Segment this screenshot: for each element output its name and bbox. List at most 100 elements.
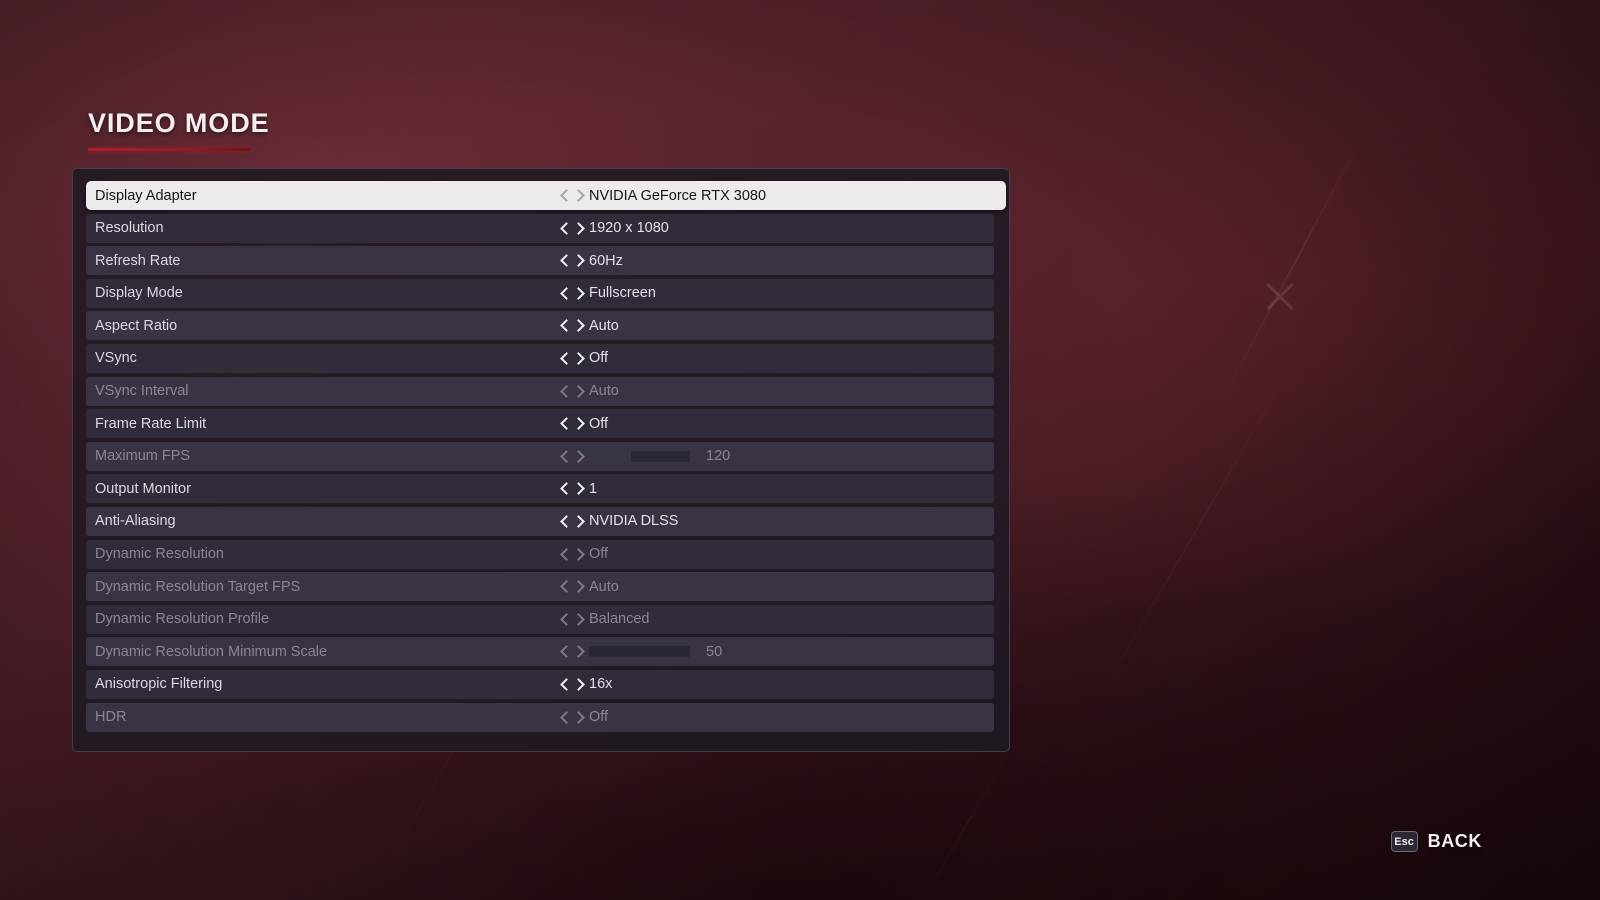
setting-value: Auto xyxy=(589,578,619,595)
back-button-label: BACK xyxy=(1427,831,1482,851)
setting-slider[interactable] xyxy=(589,450,690,462)
setting-value-group: Off xyxy=(561,546,608,562)
chevron-right-icon[interactable] xyxy=(573,612,582,626)
stepper-arrows xyxy=(561,417,582,431)
chevron-left-icon[interactable] xyxy=(561,221,570,235)
setting-row[interactable]: Dynamic Resolution Minimum Scale 50 xyxy=(86,637,994,667)
back-prompt[interactable]: Esc BACK xyxy=(1390,831,1482,852)
setting-label: Output Monitor xyxy=(95,480,191,497)
chevron-left-icon[interactable] xyxy=(561,384,570,398)
esc-key-badge: Esc xyxy=(1390,831,1418,852)
setting-row[interactable]: Dynamic Resolution Profile Balanced xyxy=(86,604,994,634)
page-title: VIDEO MODE xyxy=(88,108,270,138)
setting-label: Aspect Ratio xyxy=(95,317,178,334)
stepper-arrows xyxy=(561,645,582,659)
chevron-right-icon[interactable] xyxy=(573,286,582,300)
chevron-left-icon[interactable] xyxy=(561,677,570,691)
chevron-right-icon[interactable] xyxy=(573,449,582,463)
setting-row[interactable]: Maximum FPS 120 xyxy=(86,441,994,471)
setting-label: Resolution xyxy=(95,220,164,237)
chevron-left-icon[interactable] xyxy=(561,514,570,528)
setting-row[interactable]: Display Adapter NVIDIA GeForce RTX 3080 xyxy=(86,181,1006,210)
setting-row[interactable]: Dynamic Resolution Off xyxy=(86,539,994,569)
chevron-left-icon[interactable] xyxy=(561,645,570,659)
stepper-arrows xyxy=(561,319,582,333)
setting-row[interactable]: VSync Off xyxy=(86,343,994,373)
chevron-right-icon[interactable] xyxy=(573,254,582,268)
stepper-arrows xyxy=(561,514,582,528)
chevron-right-icon[interactable] xyxy=(573,645,582,659)
setting-value-group: 16x xyxy=(561,676,612,692)
setting-value-group: Off xyxy=(561,350,608,366)
setting-row[interactable]: Display Mode Fullscreen xyxy=(86,278,994,308)
chevron-right-icon[interactable] xyxy=(573,677,582,691)
chevron-left-icon[interactable] xyxy=(561,482,570,496)
chevron-right-icon[interactable] xyxy=(573,384,582,398)
setting-label: Frame Rate Limit xyxy=(95,415,207,432)
setting-label: Display Adapter xyxy=(95,187,197,204)
setting-label: Maximum FPS xyxy=(95,448,191,465)
chevron-right-icon[interactable] xyxy=(573,514,582,528)
chevron-right-icon[interactable] xyxy=(573,482,582,496)
setting-row[interactable]: Dynamic Resolution Target FPS Auto xyxy=(86,572,994,602)
chevron-right-icon[interactable] xyxy=(573,710,582,724)
setting-value: 60Hz xyxy=(589,252,623,269)
setting-value-group: 1 xyxy=(561,481,597,497)
chevron-right-icon[interactable] xyxy=(573,580,582,594)
stepper-arrows xyxy=(561,547,582,561)
chevron-left-icon[interactable] xyxy=(561,547,570,561)
chevron-left-icon[interactable] xyxy=(561,417,570,431)
setting-value-group: 120 xyxy=(561,448,730,464)
chevron-left-icon[interactable] xyxy=(561,710,570,724)
slider-value: 50 xyxy=(706,643,723,660)
chevron-left-icon[interactable] xyxy=(561,351,570,365)
chevron-left-icon[interactable] xyxy=(561,449,570,463)
slider-fill xyxy=(589,450,632,462)
chevron-left-icon[interactable] xyxy=(561,612,570,626)
chevron-left-icon[interactable] xyxy=(561,286,570,300)
setting-row[interactable]: HDR Off xyxy=(86,702,994,732)
setting-row[interactable]: Refresh Rate 60Hz xyxy=(86,246,994,276)
stepper-arrows xyxy=(561,254,582,268)
setting-row[interactable]: VSync Interval Auto xyxy=(86,376,994,406)
setting-label: Dynamic Resolution Minimum Scale xyxy=(95,643,328,660)
setting-value-group: 1920 x 1080 xyxy=(561,220,669,236)
setting-value: Off xyxy=(589,709,609,725)
setting-label: VSync Interval xyxy=(95,383,189,400)
setting-label: Anti-Aliasing xyxy=(95,513,176,530)
chevron-right-icon[interactable] xyxy=(573,547,582,561)
settings-list: Display Adapter NVIDIA GeForce RTX 3080 Re… xyxy=(86,181,1006,732)
chevron-left-icon[interactable] xyxy=(561,189,570,203)
setting-value-group: Auto xyxy=(561,383,619,399)
chevron-right-icon[interactable] xyxy=(573,221,582,235)
stepper-arrows xyxy=(561,221,582,235)
chevron-right-icon[interactable] xyxy=(573,417,582,431)
setting-label: HDR xyxy=(95,709,127,725)
setting-row[interactable]: Output Monitor 1 xyxy=(86,474,994,504)
stepper-arrows xyxy=(561,580,582,594)
setting-row[interactable]: Resolution 1920 x 1080 xyxy=(86,213,994,243)
chevron-right-icon[interactable] xyxy=(573,319,582,333)
setting-row[interactable]: Frame Rate Limit Off xyxy=(86,409,994,439)
setting-value: Balanced xyxy=(589,611,650,628)
setting-value-group: NVIDIA DLSS xyxy=(561,513,678,529)
setting-label: Dynamic Resolution xyxy=(95,546,224,563)
stepper-arrows xyxy=(561,351,582,365)
setting-value: NVIDIA DLSS xyxy=(589,513,679,530)
chevron-left-icon[interactable] xyxy=(561,254,570,268)
setting-row[interactable]: Aspect Ratio Auto xyxy=(86,311,994,341)
chevron-right-icon[interactable] xyxy=(573,189,582,203)
chevron-right-icon[interactable] xyxy=(573,351,582,365)
stepper-arrows xyxy=(561,710,582,724)
setting-slider[interactable] xyxy=(589,646,690,658)
chevron-left-icon[interactable] xyxy=(561,580,570,594)
setting-value: NVIDIA GeForce RTX 3080 xyxy=(589,187,767,204)
setting-value-group: Fullscreen xyxy=(561,285,656,301)
setting-row[interactable]: Anisotropic Filtering 16x xyxy=(86,669,994,699)
chevron-left-icon[interactable] xyxy=(561,319,570,333)
stepper-arrows xyxy=(561,449,582,463)
setting-row[interactable]: Anti-Aliasing NVIDIA DLSS xyxy=(86,506,994,536)
setting-value-group: Balanced xyxy=(561,611,649,627)
setting-value: Fullscreen xyxy=(589,285,656,302)
setting-value: Off xyxy=(589,415,609,432)
